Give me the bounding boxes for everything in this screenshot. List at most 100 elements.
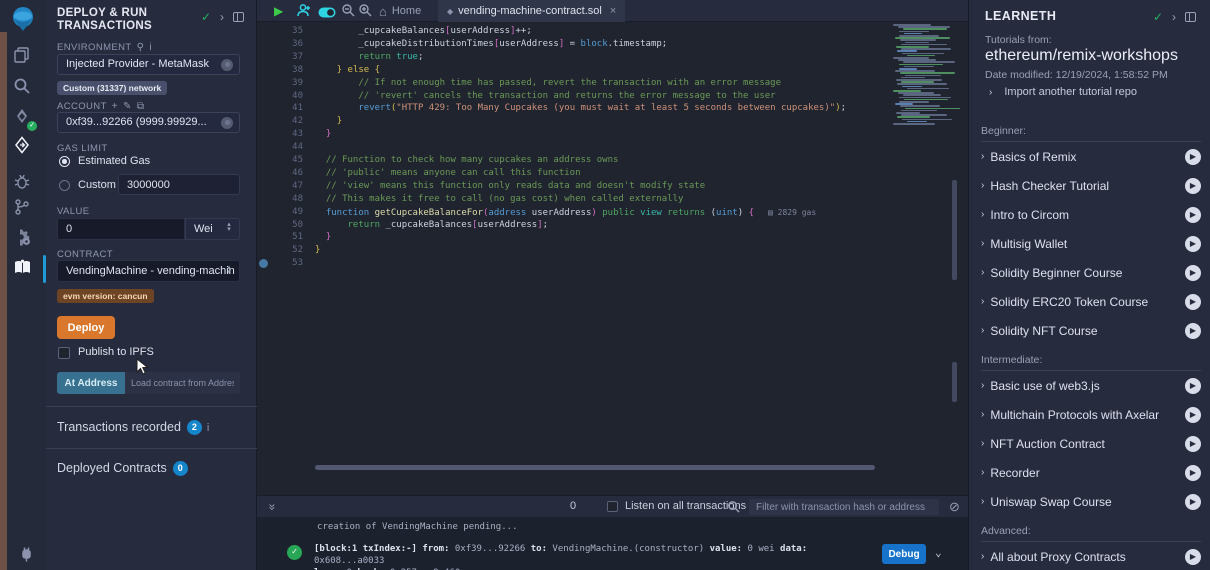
import-tutorial-link[interactable]: ›Import another tutorial repo bbox=[989, 86, 1137, 98]
panel-pin-icon[interactable] bbox=[233, 12, 244, 22]
value-input[interactable] bbox=[57, 218, 185, 240]
line-number[interactable]: 46 bbox=[275, 167, 303, 180]
listen-all-checkbox[interactable] bbox=[607, 501, 618, 512]
line-number[interactable]: 38 bbox=[275, 64, 303, 77]
tutorial-item[interactable]: ›NFT Auction Contract▶ bbox=[981, 429, 1201, 458]
search-icon[interactable] bbox=[13, 77, 33, 97]
play-tutorial-icon[interactable]: ▶ bbox=[1185, 436, 1201, 452]
line-number[interactable]: 52 bbox=[275, 244, 303, 257]
editor-horizontal-scrollbar[interactable] bbox=[315, 465, 875, 470]
code-editor[interactable]: 35 _cupcakeBalances[userAddress]++;36 _c… bbox=[257, 22, 968, 495]
tutorial-item[interactable]: ›Solidity Beginner Course▶ bbox=[981, 258, 1201, 287]
line-number[interactable]: 37 bbox=[275, 51, 303, 64]
sign-message-icon[interactable]: ✎ bbox=[123, 101, 132, 112]
deploy-run-icon[interactable] bbox=[13, 136, 33, 156]
panel-vertical-scrollbar[interactable] bbox=[952, 362, 957, 402]
transactions-recorded-row[interactable]: Transactions recorded2i bbox=[57, 420, 209, 435]
tutorial-item[interactable]: ›Multichain Protocols with Axelar▶ bbox=[981, 400, 1201, 429]
ai-assistant-icon[interactable] bbox=[296, 3, 311, 23]
run-script-icon[interactable]: ▶ bbox=[274, 4, 283, 18]
debug-button[interactable]: Debug bbox=[882, 544, 926, 564]
line-number[interactable]: 47 bbox=[275, 180, 303, 193]
plugin-manager-icon[interactable] bbox=[18, 546, 38, 566]
line-number[interactable]: 53 bbox=[275, 257, 303, 270]
copilot-toggle-icon[interactable] bbox=[318, 5, 336, 23]
panel-collapse-icon[interactable]: › bbox=[220, 10, 224, 24]
at-address-button[interactable]: At Address bbox=[57, 372, 125, 394]
tutorial-item[interactable]: ›Intro to Circom▶ bbox=[981, 200, 1201, 229]
clear-console-icon[interactable]: ⊘ bbox=[949, 499, 960, 515]
custom-gas-input[interactable] bbox=[118, 174, 240, 195]
estimated-gas-radio[interactable] bbox=[59, 156, 70, 167]
tutorial-item[interactable]: ›Uniswap Swap Course▶ bbox=[981, 487, 1201, 516]
play-tutorial-icon[interactable]: ▶ bbox=[1185, 323, 1201, 339]
play-tutorial-icon[interactable]: ▶ bbox=[1185, 207, 1201, 223]
contract-stepper-icon[interactable]: ▴▾ bbox=[225, 265, 233, 275]
close-tab-icon[interactable]: × bbox=[610, 5, 616, 17]
play-tutorial-icon[interactable]: ▶ bbox=[1185, 465, 1201, 481]
unit-stepper-icon[interactable]: ▴▾ bbox=[225, 222, 233, 232]
copy-account-icon[interactable]: ⧉ bbox=[137, 101, 145, 112]
line-number[interactable]: 40 bbox=[275, 90, 303, 103]
tutorial-item[interactable]: ›All about Proxy Contracts▶ bbox=[981, 542, 1201, 570]
learneth-pin-icon[interactable] bbox=[1185, 12, 1196, 22]
terminal-output[interactable]: creation of VendingMachine pending... ✓ … bbox=[257, 517, 968, 570]
settings-icon[interactable] bbox=[13, 228, 33, 248]
tab-active-file[interactable]: ◆vending-machine-contract.sol× bbox=[438, 0, 625, 22]
line-number[interactable]: 35 bbox=[275, 25, 303, 38]
learneth-plugin-icon[interactable] bbox=[13, 258, 33, 278]
line-number[interactable]: 36 bbox=[275, 38, 303, 51]
play-tutorial-icon[interactable]: ▶ bbox=[1185, 265, 1201, 281]
solidity-compiler-icon[interactable]: ✓ bbox=[13, 108, 33, 128]
play-tutorial-icon[interactable]: ▶ bbox=[1185, 178, 1201, 194]
play-tutorial-icon[interactable]: ▶ bbox=[1185, 549, 1201, 565]
info-icon[interactable]: i bbox=[149, 42, 152, 53]
tx-info-icon[interactable]: i bbox=[207, 422, 209, 434]
line-number[interactable]: 51 bbox=[275, 231, 303, 244]
line-number[interactable]: 43 bbox=[275, 128, 303, 141]
learneth-collapse-icon[interactable]: › bbox=[1172, 10, 1176, 24]
zoom-out-icon[interactable] bbox=[341, 3, 355, 22]
editor-vertical-scrollbar[interactable] bbox=[952, 180, 957, 280]
line-number[interactable]: 41 bbox=[275, 102, 303, 115]
line-number[interactable]: 39 bbox=[275, 77, 303, 90]
learneth-status-check-icon[interactable]: ✓ bbox=[1153, 10, 1163, 24]
line-number[interactable]: 50 bbox=[275, 219, 303, 232]
tutorial-item[interactable]: ›Basics of Remix▶ bbox=[981, 142, 1201, 171]
tab-home[interactable]: ⌂Home bbox=[370, 0, 430, 22]
tutorial-item[interactable]: ›Hash Checker Tutorial▶ bbox=[981, 171, 1201, 200]
value-unit-select[interactable]: Wei▴▾ bbox=[185, 218, 240, 240]
breakpoint-dot[interactable] bbox=[259, 259, 268, 268]
play-tutorial-icon[interactable]: ▶ bbox=[1185, 236, 1201, 252]
play-tutorial-icon[interactable]: ▶ bbox=[1185, 378, 1201, 394]
account-select[interactable]: 0xf39...92266 (9999.99929... bbox=[57, 112, 240, 133]
tutorial-item[interactable]: ›Solidity ERC20 Token Course▶ bbox=[981, 287, 1201, 316]
add-account-icon[interactable]: + bbox=[112, 101, 118, 112]
line-number[interactable]: 48 bbox=[275, 193, 303, 206]
remix-logo-icon[interactable] bbox=[8, 4, 38, 34]
transaction-filter-input[interactable] bbox=[749, 499, 939, 515]
file-explorer-icon[interactable] bbox=[13, 46, 33, 66]
tutorial-item[interactable]: ›Recorder▶ bbox=[981, 458, 1201, 487]
play-tutorial-icon[interactable]: ▶ bbox=[1185, 407, 1201, 423]
custom-gas-radio[interactable] bbox=[59, 180, 70, 191]
contract-select[interactable]: VendingMachine - vending-machin▴▾ bbox=[57, 260, 240, 282]
tutorial-item[interactable]: ›Basic use of web3.js▶ bbox=[981, 371, 1201, 400]
line-number[interactable]: 44 bbox=[275, 141, 303, 154]
line-number[interactable]: 42 bbox=[275, 115, 303, 128]
tutorial-item[interactable]: ›Multisig Wallet▶ bbox=[981, 229, 1201, 258]
play-tutorial-icon[interactable]: ▶ bbox=[1185, 294, 1201, 310]
panel-status-check-icon[interactable]: ✓ bbox=[201, 10, 211, 24]
line-number[interactable]: 45 bbox=[275, 154, 303, 167]
deployed-contracts-row[interactable]: Deployed Contracts0 bbox=[57, 461, 188, 476]
transaction-log[interactable]: [block:1 txIndex:-] from: 0xf39...92266 … bbox=[314, 543, 869, 570]
account-extra-icon[interactable] bbox=[221, 117, 233, 129]
publish-ipfs-checkbox[interactable] bbox=[58, 347, 70, 359]
play-tutorial-icon[interactable]: ▶ bbox=[1185, 149, 1201, 165]
log-collapse-icon[interactable]: ⌄ bbox=[935, 546, 942, 559]
environment-settings-icon[interactable] bbox=[221, 59, 233, 71]
terminal-search-icon[interactable] bbox=[727, 500, 740, 518]
git-icon[interactable] bbox=[13, 198, 33, 218]
environment-select[interactable]: Injected Provider - MetaMask bbox=[57, 54, 240, 75]
plug-icon[interactable]: ⚲ bbox=[137, 42, 145, 53]
